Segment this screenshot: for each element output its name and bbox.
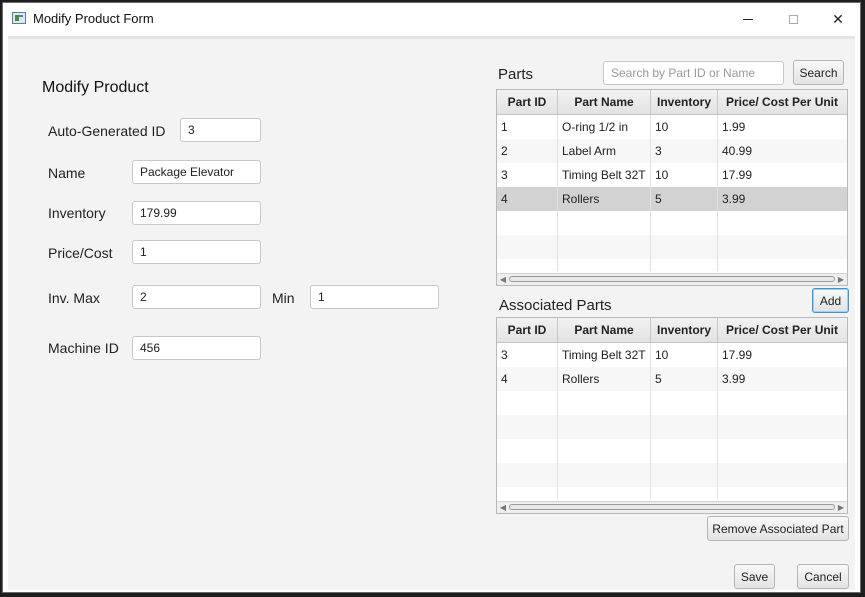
- cell-part-name: Label Arm: [558, 139, 651, 163]
- empty-row: [497, 235, 847, 259]
- cell-part-id: 1: [497, 115, 558, 139]
- cancel-button[interactable]: Cancel: [797, 564, 849, 589]
- empty-row: [497, 439, 847, 463]
- table-row[interactable]: 3 Timing Belt 32T 10 17.99: [497, 343, 847, 367]
- cell-price: 1.99: [722, 120, 746, 134]
- column-header-part-id[interactable]: Part ID: [497, 90, 558, 114]
- cell-inventory: 5: [651, 187, 718, 211]
- search-button[interactable]: Search: [793, 60, 844, 85]
- cell-part-name: Rollers: [558, 187, 651, 211]
- column-header-inventory[interactable]: Inventory: [651, 90, 718, 114]
- associated-table-header: Part ID Part Name Inventory Price/ Cost …: [497, 318, 847, 343]
- machine-id-label: Machine ID: [48, 340, 119, 356]
- scroll-right-icon[interactable]: ▶: [835, 274, 847, 285]
- page-title: Modify Product: [42, 79, 149, 96]
- scroll-left-icon[interactable]: ◀: [497, 274, 509, 285]
- price-label: Price/Cost: [48, 245, 113, 261]
- cell-price: 3.99: [722, 372, 746, 386]
- cell-part-name: Timing Belt 32T: [558, 163, 651, 187]
- title-bar: Modify Product Form ✕: [3, 3, 860, 35]
- empty-row: [497, 415, 847, 439]
- cell-price: 3.99: [722, 192, 746, 206]
- cell-inventory: 10: [651, 163, 718, 187]
- minimize-button[interactable]: [725, 3, 771, 35]
- id-label: Auto-Generated ID: [48, 123, 166, 139]
- cell-part-name: O-ring 1/2 in: [558, 115, 651, 139]
- inventory-label: Inventory: [48, 205, 106, 221]
- min-label: Min: [272, 290, 295, 306]
- cell-price: 17.99: [722, 168, 753, 182]
- table-row[interactable]: 2 Label Arm 3 40.99: [497, 139, 847, 163]
- id-field[interactable]: [180, 118, 261, 142]
- cell-inventory: 5: [651, 367, 718, 391]
- modify-product-window: Modify Product Form ✕ Modify Product Aut…: [2, 2, 861, 593]
- parts-horizontal-scrollbar[interactable]: ◀ ▶: [497, 273, 847, 285]
- column-header-part-id[interactable]: Part ID: [497, 318, 558, 342]
- close-button[interactable]: ✕: [815, 3, 861, 35]
- add-button[interactable]: Add: [812, 288, 849, 313]
- empty-row: [497, 463, 847, 487]
- close-icon: ✕: [832, 10, 844, 27]
- name-label: Name: [48, 165, 86, 181]
- parts-label: Parts: [498, 66, 534, 83]
- cell-part-id: 4: [497, 367, 558, 391]
- table-row[interactable]: 1 O-ring 1/2 in 10 1.99: [497, 115, 847, 139]
- associated-parts-label: Associated Parts: [499, 297, 612, 314]
- price-field[interactable]: [132, 240, 261, 264]
- scroll-right-icon[interactable]: ▶: [835, 502, 847, 513]
- cell-part-name: Rollers: [558, 367, 651, 391]
- cell-part-id: 4: [497, 187, 558, 211]
- scroll-thumb[interactable]: [509, 504, 835, 510]
- parts-table: Part ID Part Name Inventory Price/ Cost …: [496, 89, 848, 286]
- max-field[interactable]: [132, 285, 261, 309]
- window-title: Modify Product Form: [33, 11, 154, 26]
- associated-horizontal-scrollbar[interactable]: ◀ ▶: [497, 501, 847, 513]
- maximize-button[interactable]: [770, 3, 816, 35]
- parts-search-input[interactable]: [603, 61, 784, 85]
- empty-row: [497, 487, 847, 499]
- cell-part-id: 3: [497, 343, 558, 367]
- column-header-price[interactable]: Price/ Cost Per Unit: [718, 90, 846, 114]
- empty-row: [497, 259, 847, 271]
- remove-associated-part-button[interactable]: Remove Associated Part: [707, 516, 849, 541]
- machine-id-field[interactable]: [132, 336, 261, 360]
- save-button[interactable]: Save: [734, 564, 775, 589]
- inventory-field[interactable]: [132, 201, 261, 225]
- scroll-thumb[interactable]: [509, 276, 835, 282]
- parts-table-header: Part ID Part Name Inventory Price/ Cost …: [497, 90, 847, 115]
- cell-inventory: 3: [651, 139, 718, 163]
- scroll-left-icon[interactable]: ◀: [497, 502, 509, 513]
- associated-parts-table: Part ID Part Name Inventory Price/ Cost …: [496, 317, 848, 514]
- form-content: Modify Product Auto-Generated ID Name In…: [8, 36, 855, 590]
- cell-inventory: 10: [651, 115, 718, 139]
- app-window-icon: [12, 12, 26, 24]
- empty-row: [497, 211, 847, 235]
- table-row[interactable]: 4 Rollers 5 3.99: [497, 367, 847, 391]
- column-header-price[interactable]: Price/ Cost Per Unit: [718, 318, 846, 342]
- cell-part-id: 3: [497, 163, 558, 187]
- name-field[interactable]: [132, 160, 261, 184]
- column-header-part-name[interactable]: Part Name: [558, 318, 651, 342]
- cell-part-id: 2: [497, 139, 558, 163]
- min-field[interactable]: [310, 285, 439, 309]
- column-header-part-name[interactable]: Part Name: [558, 90, 651, 114]
- cell-part-name: Timing Belt 32T: [558, 343, 651, 367]
- column-header-inventory[interactable]: Inventory: [651, 318, 718, 342]
- max-label: Inv. Max: [48, 290, 100, 306]
- cell-price: 40.99: [722, 144, 753, 158]
- cell-inventory: 10: [651, 343, 718, 367]
- empty-row: [497, 391, 847, 415]
- cell-price: 17.99: [722, 348, 753, 362]
- table-row-selected[interactable]: 4 Rollers 5 3.99: [497, 187, 847, 211]
- table-row[interactable]: 3 Timing Belt 32T 10 17.99: [497, 163, 847, 187]
- maximize-icon: [788, 14, 798, 24]
- minimize-icon: [743, 18, 753, 20]
